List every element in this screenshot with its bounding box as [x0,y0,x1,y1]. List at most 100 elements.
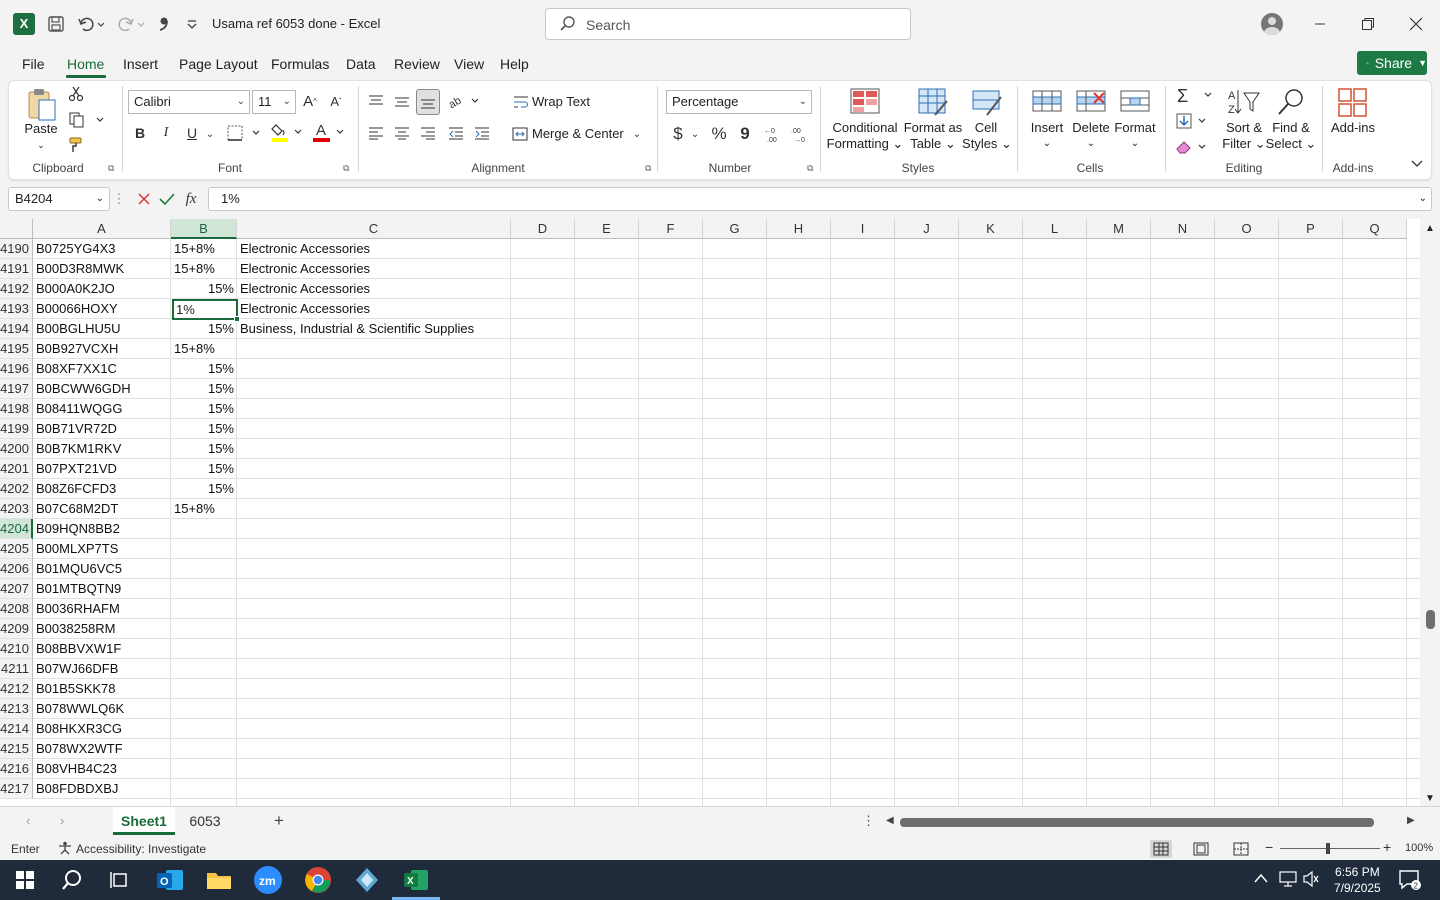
orientation-icon[interactable]: ab [446,90,482,112]
tab-home[interactable]: Home [67,56,104,72]
column-header-k[interactable]: K [959,219,1023,239]
row-header[interactable]: 4198 [0,399,33,419]
enter-entry-icon[interactable] [157,188,177,210]
cell-a[interactable]: B0036RHAFM [33,599,171,619]
customize-qat-icon[interactable] [183,12,201,36]
row-header[interactable]: 4195 [0,339,33,359]
cell-styles-label-2[interactable]: Styles ⌄ [962,136,1012,152]
cell-a[interactable]: B07PXT21VD [33,459,171,479]
horizontal-scroll-thumb[interactable] [900,818,1374,827]
column-header-d[interactable]: D [511,219,575,239]
sheet-tab-6053[interactable]: 6053 [180,807,230,835]
column-header-q[interactable]: Q [1343,219,1407,239]
fill-color-icon[interactable] [270,120,306,144]
cell-a[interactable]: B0B927VCXH [33,339,171,359]
cell-a[interactable]: B000A0K2JO [33,279,171,299]
align-middle-icon[interactable] [392,90,412,112]
font-size-combo[interactable]: 11 ⌄ [252,90,296,114]
column-header-j[interactable]: J [895,219,959,239]
page-layout-view-icon[interactable] [1190,840,1212,861]
comma-style-icon[interactable] [153,12,173,36]
wrap-text-icon[interactable] [512,92,530,112]
cell-b[interactable]: 15% [171,419,237,439]
row-header[interactable]: 4210 [0,639,33,659]
cut-icon[interactable] [66,84,86,104]
cell-b[interactable]: 15% [171,379,237,399]
merge-center-icon[interactable] [510,124,530,144]
cell-a[interactable]: B0038258RM [33,619,171,639]
account-avatar-icon[interactable] [1261,13,1283,35]
cell-c[interactable]: Electronic Accessories [237,279,511,299]
insert-cells-label[interactable]: Insert [1026,120,1068,136]
find-select-icon[interactable] [1274,86,1308,118]
add-ins-label[interactable]: Add-ins [1326,120,1380,136]
percent-button[interactable]: % [708,122,730,146]
currency-chevron-icon[interactable]: ⌄ [689,126,701,142]
search-input[interactable]: Search [545,8,911,40]
undo-icon[interactable] [74,12,106,36]
bold-button[interactable]: B [130,122,150,144]
decrease-decimal-icon[interactable]: .00 →0 [789,122,813,146]
cell-b[interactable]: 15% [171,359,237,379]
cell-a[interactable]: B07WJ66DFB [33,659,171,679]
delete-cells-label[interactable]: Delete [1068,120,1114,136]
column-header-m[interactable]: M [1087,219,1151,239]
row-header[interactable]: 4211 [0,659,33,679]
clear-icon[interactable] [1174,136,1214,158]
prev-sheet-icon[interactable]: ‹ [26,813,30,828]
collapse-ribbon-icon[interactable] [1408,156,1426,172]
row-header[interactable]: 4213 [0,699,33,719]
tab-review[interactable]: Review [394,56,440,72]
notifications-icon[interactable]: 2 [1398,868,1422,895]
scroll-down-icon[interactable]: ▼ [1425,793,1435,804]
align-top-icon[interactable] [366,90,386,112]
tab-page-layout[interactable]: Page Layout [179,56,258,72]
task-view-icon[interactable] [104,864,136,896]
zoom-slider[interactable] [1280,848,1380,849]
redo-icon[interactable] [114,12,146,36]
search-icon[interactable] [56,864,88,896]
row-header[interactable]: 4212 [0,679,33,699]
cell-a[interactable]: B00BGLHU5U [33,319,171,339]
cell-a[interactable]: B0B7KM1RKV [33,439,171,459]
cell-b[interactable]: 15% [171,459,237,479]
find-select-label-2[interactable]: Select ⌄ [1264,136,1318,152]
row-header[interactable]: 4191 [0,259,33,279]
expand-formula-bar-icon[interactable]: ⌄ [1419,188,1427,210]
minimize-icon[interactable] [1308,12,1332,36]
tab-data[interactable]: Data [346,56,376,72]
cell-b[interactable]: 15+8% [171,499,237,519]
wrap-text-button[interactable]: Wrap Text [532,94,590,110]
zoom-slider-thumb[interactable] [1326,843,1330,854]
row-header[interactable]: 4206 [0,559,33,579]
cell-a[interactable]: B078WWLQ6K [33,699,171,719]
row-header[interactable]: 4216 [0,759,33,779]
sort-filter-label-1[interactable]: Sort & [1218,120,1270,136]
clipboard-launcher-icon[interactable]: ⧉ [108,163,114,174]
font-color-icon[interactable]: A [311,120,347,144]
zoom-in-icon[interactable]: + [1383,839,1391,855]
row-header[interactable]: 4197 [0,379,33,399]
underline-chevron-icon[interactable]: ⌄ [203,124,217,144]
cell-a[interactable]: B07C68M2DT [33,499,171,519]
cell-a[interactable]: B0BCWW6GDH [33,379,171,399]
cell-a[interactable]: B01MQU6VC5 [33,559,171,579]
app-diamond-icon[interactable] [351,864,383,896]
restore-icon[interactable] [1356,12,1380,36]
cell-b[interactable]: 15% [171,279,237,299]
zoom-out-icon[interactable]: − [1265,839,1273,855]
name-box[interactable]: B4204 ⌄ [8,187,110,211]
accessibility-status[interactable]: Accessibility: Investigate [76,842,206,856]
conditional-formatting-label-1[interactable]: Conditional [826,120,904,136]
column-header-g[interactable]: G [703,219,767,239]
zoom-level[interactable]: 100% [1405,842,1433,854]
tab-formulas[interactable]: Formulas [271,56,329,72]
increase-indent-icon[interactable] [472,122,492,144]
cell-a[interactable]: B078WX2WTF [33,739,171,759]
cell-c[interactable]: Business, Industrial & Scientific Suppli… [237,319,511,339]
normal-view-icon[interactable] [1150,840,1172,858]
next-sheet-icon[interactable]: › [60,813,64,828]
row-header[interactable]: 4199 [0,419,33,439]
cell-a[interactable]: B00D3R8MWK [33,259,171,279]
row-header[interactable]: 4207 [0,579,33,599]
